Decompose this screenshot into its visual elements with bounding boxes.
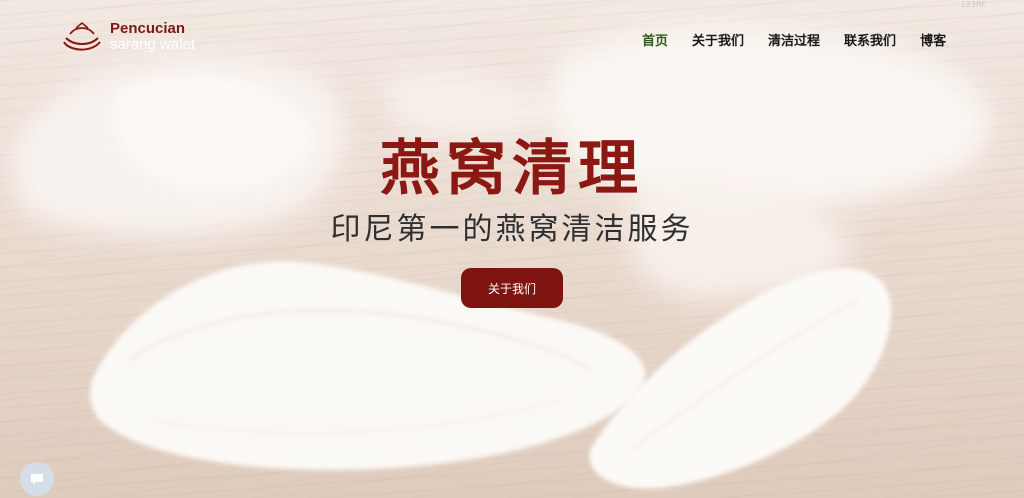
- watermark-text: 123RF: [960, 0, 986, 9]
- nav-item-cleaning-process[interactable]: 清洁过程: [756, 30, 832, 49]
- chat-icon: [31, 474, 43, 485]
- about-us-button[interactable]: 关于我们: [461, 268, 563, 308]
- nav-item-contact[interactable]: 联系我们: [832, 30, 908, 49]
- chat-button[interactable]: [20, 462, 54, 496]
- main-nav: 首页 关于我们 清洁过程 联系我们 博客: [630, 30, 958, 49]
- site-logo[interactable]: Pencucian sarang walet: [60, 20, 195, 58]
- hero-section: Pencucian sarang walet 123RF 首页 关于我们 清洁过…: [0, 0, 1024, 498]
- logo-tagline: sarang walet: [110, 36, 196, 53]
- logo-text: Pencucian sarang walet: [110, 20, 195, 53]
- nav-item-blog[interactable]: 博客: [908, 30, 958, 49]
- bird-nest-logo-icon: [61, 21, 103, 54]
- hero-title: 燕窝清理: [380, 134, 644, 204]
- nav-item-about[interactable]: 关于我们: [680, 30, 756, 49]
- nav-item-home[interactable]: 首页: [630, 30, 680, 49]
- logo-name: Pencucian: [110, 20, 186, 37]
- hero-subtitle: 印尼第一的燕窝清洁服务: [330, 212, 694, 247]
